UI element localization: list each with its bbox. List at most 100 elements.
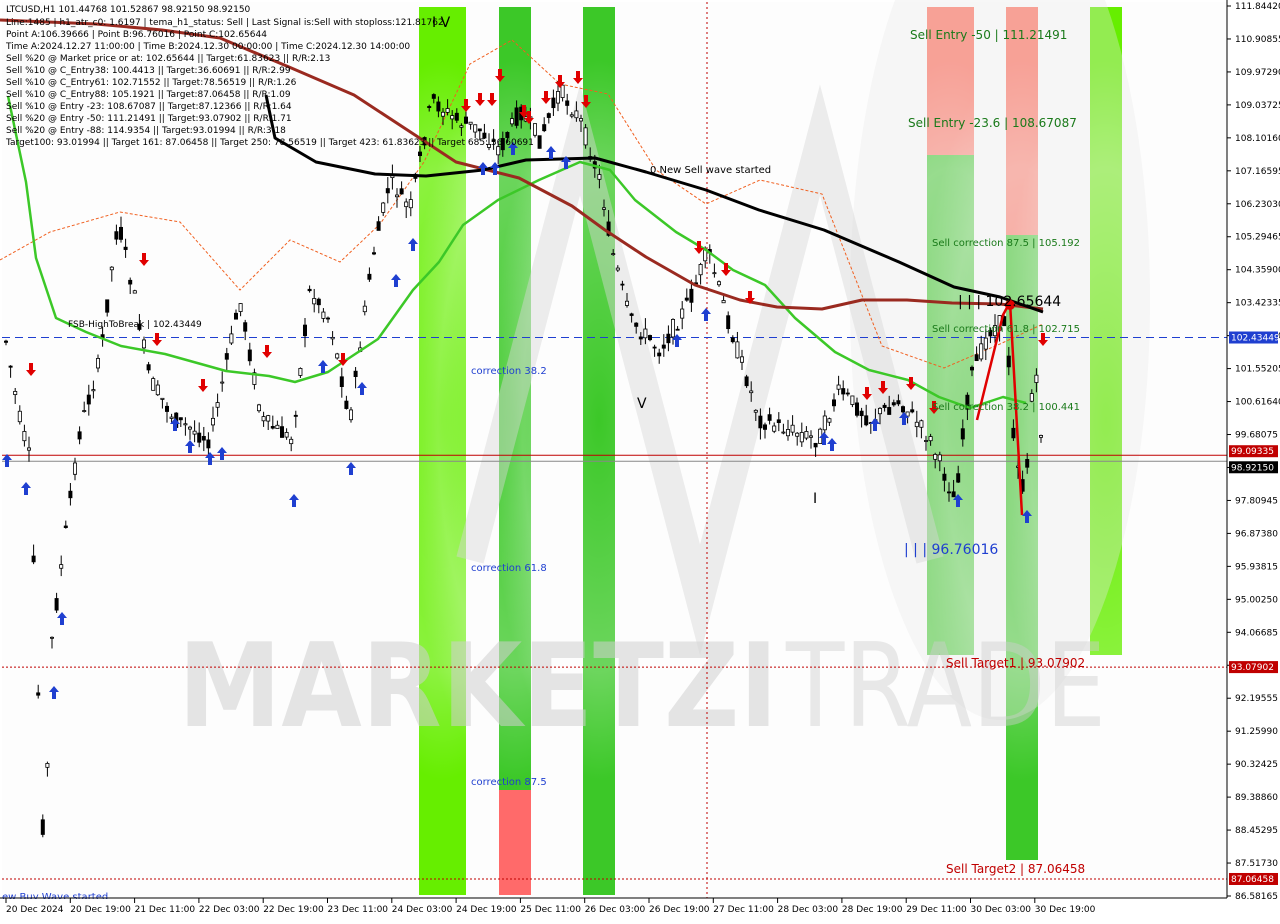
price-badge: 99.09335 [1229,445,1278,458]
candle-body [666,333,671,344]
candle-body [1025,459,1030,468]
x-tick-label: 22 Dec 03:00 [199,905,260,915]
candle-body [284,432,289,438]
candle [583,124,588,149]
candle-body [629,313,634,316]
candle-body [289,438,294,445]
candle-body [26,447,31,451]
x-tick-label: 29 Dec 11:00 [906,905,967,915]
x-tick-label: 20 Dec 2024 [6,905,64,915]
candle-body [192,430,197,435]
candle-body [270,426,275,429]
candle-body [408,199,413,209]
candle-body [942,473,947,481]
x-tick-label: 26 Dec 03:00 [585,905,646,915]
candle-body [634,322,639,327]
candle-body [477,128,482,132]
candle-body [8,365,13,368]
x-tick-label: 24 Dec 19:00 [456,905,517,915]
candle-body [367,273,372,280]
correction-618-label: correction 61.8 [471,563,547,574]
symbol-line: LTCUSD,H1 101.44768 101.52867 98.92150 9… [6,5,251,15]
candle-body [836,384,841,390]
info-line-2: Time A:2024.12.27 11:00:00 | Time B:2024… [5,42,410,52]
y-tick-label: 88.45295 [1235,826,1278,836]
candle-body [376,221,381,231]
candle [533,123,538,138]
candle-body [463,116,468,124]
candle-body [657,352,662,357]
candle-body [132,290,137,294]
info-line-1: Point A:106.39666 | Point B:96.76016 | P… [6,30,267,40]
candle-body [224,353,229,360]
candle-body [799,432,804,443]
candle-body [256,404,261,412]
candle-body [454,112,459,121]
x-tick-label: 30 Dec 19:00 [1035,905,1096,915]
candle-body [951,491,956,498]
wave-i-label: I [813,491,817,507]
candle-body [164,405,169,412]
candle-body [919,420,924,428]
candle-body [574,110,579,119]
sell-correction-875-label: Sell correction 87.5 | 105.192 [932,238,1080,249]
candle-body [197,432,202,443]
candle-body [261,416,266,422]
x-tick-label: 22 Dec 19:00 [263,905,324,915]
y-tick-label: 106.23030 [1235,200,1280,210]
candle-body [440,111,445,117]
candle-body [50,636,55,639]
candle-body [744,376,749,387]
x-tick-label: 28 Dec 19:00 [842,905,903,915]
info-line-3: Sell %20 @ Market price or at: 102.65644… [6,54,330,64]
candle-body [832,399,837,407]
x-tick-label: 20 Dec 19:00 [70,905,131,915]
watermark-left: MARKETZI [178,619,778,754]
y-tick-label: 94.06685 [1235,628,1278,638]
info-line-6: Sell %10 @ C_Entry88: 105.1921 || Target… [6,90,291,100]
candle-body [901,406,906,413]
candle-body [910,409,915,413]
candle-body [266,415,271,422]
candle-body [569,114,574,117]
price-badge-label: 87.06458 [1231,875,1274,885]
y-tick-label: 109.97290 [1235,68,1280,78]
candle-body [937,454,942,462]
candle-body [427,106,432,108]
candle-body [712,272,717,275]
candle-body [344,400,349,409]
candle-body [321,311,326,319]
candle-body [597,174,602,180]
candle-body [891,402,896,406]
candle-body [845,392,850,395]
candle-body [956,473,961,483]
price-badge-label: 98.92150 [1231,463,1274,473]
candle-body [914,421,919,428]
candle-body [316,298,321,306]
candle-body [1034,374,1039,383]
price-badge: 93.07902 [1229,661,1278,674]
candle-body [229,333,234,344]
info-line-8: Sell %20 @ Entry -50: 111.21491 || Targe… [6,114,292,124]
y-tick-label: 86.58165 [1235,892,1278,902]
wave-v-label: V [637,396,647,412]
candle-body [689,288,694,303]
candle-body [399,188,404,195]
candle-body [533,123,538,136]
candle-body [735,341,740,359]
candle-body [371,252,376,255]
candle-body [878,407,883,415]
candle [537,135,542,149]
y-tick-label: 90.32425 [1235,760,1278,770]
info-line-4: Sell %10 @ C_Entry38: 100.4413 || Target… [6,66,291,76]
candle-body [661,344,666,349]
candle-body [385,188,390,194]
candle-body [974,354,979,362]
candle-body [160,397,165,400]
candle-body [187,426,192,430]
candle-body [215,402,220,408]
price-badge: 87.06458 [1229,872,1278,885]
price-badge-label: 93.07902 [1231,663,1274,673]
candle-body [850,395,855,405]
y-tick-label: 100.61640 [1235,398,1280,408]
